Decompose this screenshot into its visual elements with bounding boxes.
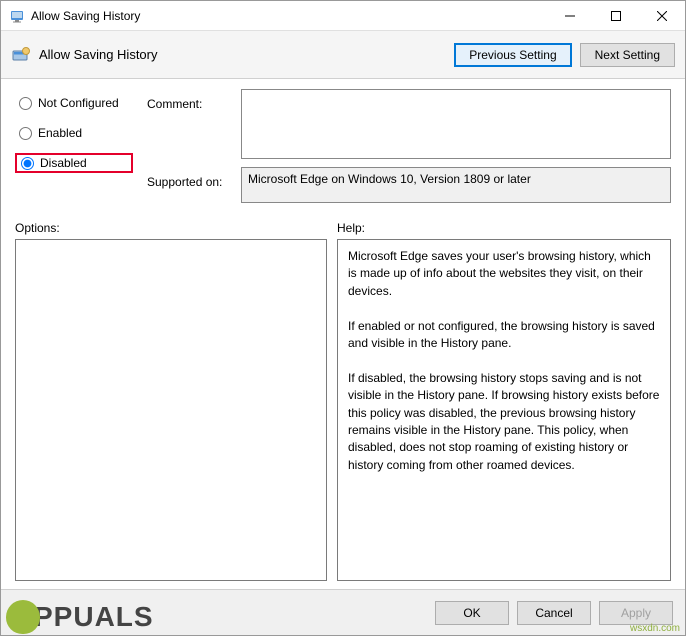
radio-enabled-input[interactable]: [19, 127, 32, 140]
comment-input[interactable]: [241, 89, 671, 159]
radio-enabled-label: Enabled: [38, 126, 82, 140]
content-area: Not Configured Enabled Disabled Comment:: [1, 79, 685, 589]
window-title: Allow Saving History: [31, 9, 547, 23]
mid-labels: Options: Help:: [15, 221, 671, 235]
help-box[interactable]: Microsoft Edge saves your user's browsin…: [337, 239, 671, 581]
state-radio-group: Not Configured Enabled Disabled: [15, 89, 133, 211]
apply-button[interactable]: Apply: [599, 601, 673, 625]
bottom-row: Microsoft Edge saves your user's browsin…: [15, 239, 671, 581]
minimize-button[interactable]: [547, 1, 593, 31]
window-controls: [547, 1, 685, 30]
close-button[interactable]: [639, 1, 685, 31]
nav-buttons: Previous Setting Next Setting: [454, 43, 675, 67]
footer-bar: OK Cancel Apply: [1, 589, 685, 635]
radio-not-configured-input[interactable]: [19, 97, 32, 110]
radio-disabled-input[interactable]: [21, 157, 34, 170]
policy-title: Allow Saving History: [39, 47, 454, 62]
options-label: Options:: [15, 221, 337, 235]
previous-setting-button[interactable]: Previous Setting: [454, 43, 571, 67]
maximize-button[interactable]: [593, 1, 639, 31]
radio-not-configured-label: Not Configured: [38, 96, 119, 110]
help-label: Help:: [337, 221, 671, 235]
ok-button[interactable]: OK: [435, 601, 509, 625]
radio-enabled[interactable]: Enabled: [15, 123, 133, 143]
top-row: Not Configured Enabled Disabled Comment:: [15, 89, 671, 211]
app-icon: [9, 8, 25, 24]
supported-label: Supported on:: [147, 171, 231, 189]
titlebar: Allow Saving History: [1, 1, 685, 31]
radio-disabled-highlight: Disabled: [15, 153, 133, 173]
options-box[interactable]: [15, 239, 327, 581]
radio-not-configured[interactable]: Not Configured: [15, 93, 133, 113]
policy-icon: [11, 45, 31, 65]
window-frame: Allow Saving History Allow Saving Histor…: [0, 0, 686, 636]
comment-label: Comment:: [147, 93, 231, 111]
radio-disabled-label: Disabled: [40, 156, 87, 170]
header-band: Allow Saving History Previous Setting Ne…: [1, 31, 685, 79]
supported-on-text: Microsoft Edge on Windows 10, Version 18…: [241, 167, 671, 203]
cancel-button[interactable]: Cancel: [517, 601, 591, 625]
radio-disabled[interactable]: Disabled: [19, 156, 129, 170]
comment-row: Comment:: [147, 89, 671, 159]
next-setting-button[interactable]: Next Setting: [580, 43, 675, 67]
supported-row: Supported on: Microsoft Edge on Windows …: [147, 167, 671, 203]
